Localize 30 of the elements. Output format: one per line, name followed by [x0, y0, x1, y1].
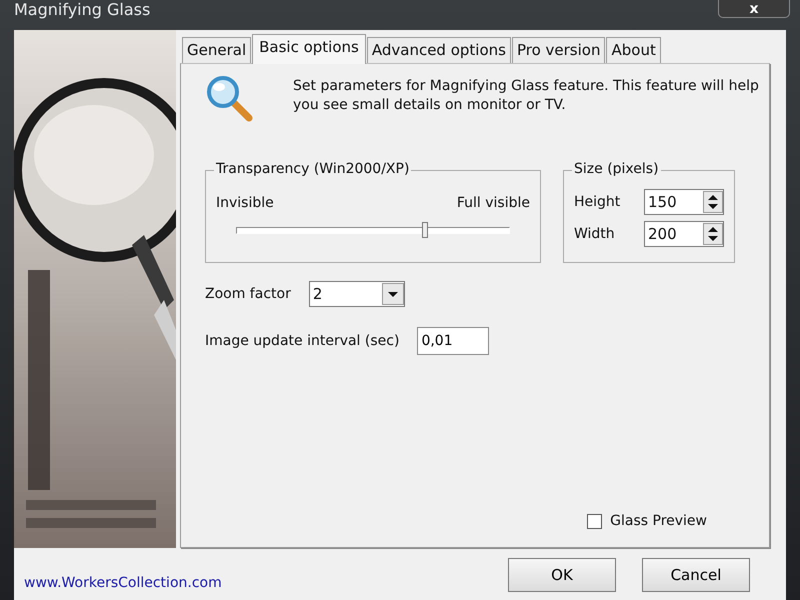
spin-field[interactable]: 150	[644, 189, 724, 215]
field-label: Image update interval (sec)	[205, 333, 400, 349]
tab[interactable]: Pro version	[512, 37, 606, 63]
field-label: Zoom factor	[205, 286, 291, 302]
group-title: Transparency (Win2000/XP)	[214, 161, 412, 177]
slider[interactable]	[236, 222, 510, 238]
group-title: Size (pixels)	[572, 161, 661, 177]
tab[interactable]: General	[182, 37, 252, 63]
close-button[interactable]: x	[718, 0, 790, 18]
field-label: Height	[574, 194, 620, 210]
window-title: Magnifying Glass	[13, 0, 150, 19]
ok-button[interactable]: OK	[508, 558, 616, 592]
description-text: Set parameters for Magnifying Glass feature. This feature will help you see small details on monitor or TV.	[293, 77, 760, 115]
spin-field[interactable]: 200	[644, 221, 724, 247]
tab[interactable]: Advanced options	[366, 37, 511, 63]
website-link[interactable]: www.WorkersCollection.com	[24, 575, 222, 591]
slider-label: Full visible	[456, 195, 530, 211]
spin-arrows-icon[interactable]	[703, 191, 723, 213]
tab[interactable]: About	[606, 37, 661, 63]
checkbox[interactable]	[587, 514, 602, 528]
spin-arrows-icon[interactable]	[703, 223, 723, 245]
slider-label: Invisible	[216, 195, 274, 211]
checkbox-label: Glass Preview	[610, 513, 707, 529]
dropdown[interactable]: 2	[308, 281, 405, 307]
magnifier-icon	[205, 74, 255, 124]
cancel-button[interactable]: Cancel	[642, 558, 750, 592]
tab[interactable]: Basic options	[252, 34, 366, 64]
input-field[interactable]: 0,01	[417, 327, 490, 355]
slider-thumb[interactable]	[422, 222, 428, 238]
field-label: Width	[574, 226, 615, 242]
